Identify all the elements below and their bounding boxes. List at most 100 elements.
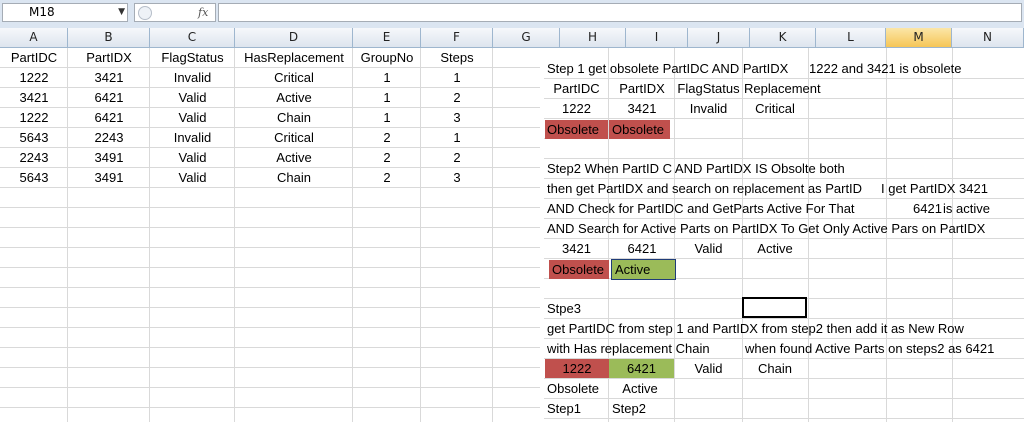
- name-box[interactable]: M18 ▼: [2, 3, 128, 22]
- table-cell[interactable]: 2243: [68, 128, 150, 147]
- table-cell[interactable]: 1: [421, 68, 493, 87]
- table-cell[interactable]: 6421: [68, 88, 150, 107]
- table-cell[interactable]: Active: [235, 88, 353, 107]
- table-cell[interactable]: Valid: [150, 88, 235, 107]
- step2-line[interactable]: is active: [940, 199, 1010, 218]
- step1-value[interactable]: 3421: [609, 99, 675, 118]
- step3-line[interactable]: with Has replacement Chain: [544, 339, 744, 358]
- step1-note[interactable]: 1222 and 3421 is obsolete: [806, 59, 1006, 78]
- table-cell[interactable]: Invalid: [150, 128, 235, 147]
- table-cell[interactable]: 2: [353, 128, 421, 147]
- column-header-h[interactable]: H: [560, 28, 626, 48]
- step1-value[interactable]: 1222: [544, 99, 609, 118]
- step3-value-obsolete[interactable]: 1222: [545, 359, 609, 378]
- table-cell[interactable]: Valid: [150, 168, 235, 187]
- table-cell[interactable]: 1222: [0, 68, 68, 87]
- chevron-down-icon[interactable]: ▼: [118, 4, 125, 21]
- column-header-c[interactable]: C: [150, 28, 235, 48]
- column-header-b[interactable]: B: [68, 28, 150, 48]
- formula-input[interactable]: [218, 3, 1022, 22]
- step3-line[interactable]: when found Active Parts on steps2 as 642…: [742, 339, 1022, 358]
- table-cell[interactable]: 1: [353, 108, 421, 127]
- step2-line[interactable]: then get PartIDX and search on replaceme…: [544, 179, 884, 198]
- table-cell[interactable]: 1: [421, 128, 493, 147]
- step2-line[interactable]: AND Search for Active Parts on PartIDX T…: [544, 219, 1020, 238]
- column-header-e[interactable]: E: [353, 28, 421, 48]
- table-header[interactable]: PartIDX: [68, 48, 150, 67]
- table-cell[interactable]: 5643: [0, 128, 68, 147]
- table-header[interactable]: FlagStatus: [150, 48, 235, 67]
- step1-header[interactable]: PartIDC: [544, 79, 609, 98]
- step3-value[interactable]: Valid: [675, 359, 742, 378]
- active-cell-cursor[interactable]: [742, 297, 807, 318]
- step1-header[interactable]: PartIDX: [609, 79, 675, 98]
- table-cell[interactable]: 1: [353, 88, 421, 107]
- table-header[interactable]: PartIDC: [0, 48, 68, 67]
- step1-header[interactable]: Replacement: [742, 79, 842, 98]
- step3-source[interactable]: Step2: [609, 399, 674, 418]
- step1-header[interactable]: FlagStatus: [675, 79, 742, 98]
- column-header-i[interactable]: I: [626, 28, 688, 48]
- table-cell[interactable]: Chain: [235, 108, 353, 127]
- table-cell[interactable]: Invalid: [150, 68, 235, 87]
- table-cell[interactable]: Valid: [150, 108, 235, 127]
- table-cell[interactable]: Chain: [235, 168, 353, 187]
- cancel-circle-icon[interactable]: [138, 6, 152, 20]
- active-tag[interactable]: Active: [611, 259, 676, 280]
- table-cell[interactable]: 1222: [0, 108, 68, 127]
- column-header-d[interactable]: D: [235, 28, 353, 48]
- step3-tag[interactable]: Obsolete: [544, 379, 609, 398]
- column-header-a[interactable]: A: [0, 28, 68, 48]
- column-header-l[interactable]: L: [816, 28, 886, 48]
- step2-line[interactable]: AND Check for PartIDC and GetParts Activ…: [544, 199, 884, 218]
- name-box-value: M18: [29, 5, 55, 19]
- table-cell[interactable]: Critical: [235, 68, 353, 87]
- step2-line[interactable]: I get PartIDX 3421: [878, 179, 1018, 198]
- table-cell[interactable]: Valid: [150, 148, 235, 167]
- table-cell[interactable]: 2: [421, 88, 493, 107]
- step3-tag[interactable]: Active: [609, 379, 671, 398]
- step2-value[interactable]: Valid: [675, 239, 742, 258]
- table-cell[interactable]: Active: [235, 148, 353, 167]
- table-header[interactable]: HasReplacement: [235, 48, 353, 67]
- table-header[interactable]: GroupNo: [353, 48, 421, 67]
- table-header[interactable]: Steps: [421, 48, 493, 67]
- column-header-f[interactable]: F: [421, 28, 493, 48]
- step2-line[interactable]: Step2 When PartID C AND PartIDX IS Obsol…: [544, 159, 944, 178]
- table-cell[interactable]: Critical: [235, 128, 353, 147]
- function-icon[interactable]: fx: [198, 4, 208, 21]
- table-cell[interactable]: 3421: [0, 88, 68, 107]
- step2-value[interactable]: Active: [742, 239, 808, 258]
- obsolete-tag[interactable]: Obsolete: [609, 120, 670, 139]
- step2-value[interactable]: 6421: [609, 239, 675, 258]
- table-cell[interactable]: 1: [353, 68, 421, 87]
- step2-value[interactable]: 3421: [544, 239, 609, 258]
- table-cell[interactable]: 2: [421, 148, 493, 167]
- table-cell[interactable]: 2243: [0, 148, 68, 167]
- table-cell[interactable]: 3491: [68, 148, 150, 167]
- step3-title[interactable]: Stpe3: [544, 299, 604, 318]
- column-header-n[interactable]: N: [952, 28, 1024, 48]
- table-cell[interactable]: 3421: [68, 68, 150, 87]
- table-cell[interactable]: 2: [353, 168, 421, 187]
- column-header-j[interactable]: J: [688, 28, 750, 48]
- obsolete-tag[interactable]: Obsolete: [549, 260, 609, 279]
- step3-line[interactable]: get PartIDC from step 1 and PartIDX from…: [544, 319, 1020, 338]
- table-cell[interactable]: 3491: [68, 168, 150, 187]
- column-header-m[interactable]: M: [886, 28, 952, 48]
- obsolete-tag[interactable]: Obsolete: [545, 120, 608, 139]
- step3-source[interactable]: Step1: [544, 399, 609, 418]
- table-cell[interactable]: 5643: [0, 168, 68, 187]
- gridline: [0, 187, 540, 188]
- step3-value[interactable]: Chain: [742, 359, 808, 378]
- table-cell[interactable]: 6421: [68, 108, 150, 127]
- table-cell[interactable]: 3: [421, 168, 493, 187]
- column-header-k[interactable]: K: [750, 28, 816, 48]
- table-cell[interactable]: 2: [353, 148, 421, 167]
- step1-title[interactable]: Step 1 get obsolete PartIDC AND PartIDX: [544, 59, 804, 78]
- step1-value[interactable]: Invalid: [675, 99, 742, 118]
- step3-value-active[interactable]: 6421: [609, 359, 674, 378]
- step1-value[interactable]: Critical: [742, 99, 808, 118]
- column-header-g[interactable]: G: [493, 28, 560, 48]
- table-cell[interactable]: 3: [421, 108, 493, 127]
